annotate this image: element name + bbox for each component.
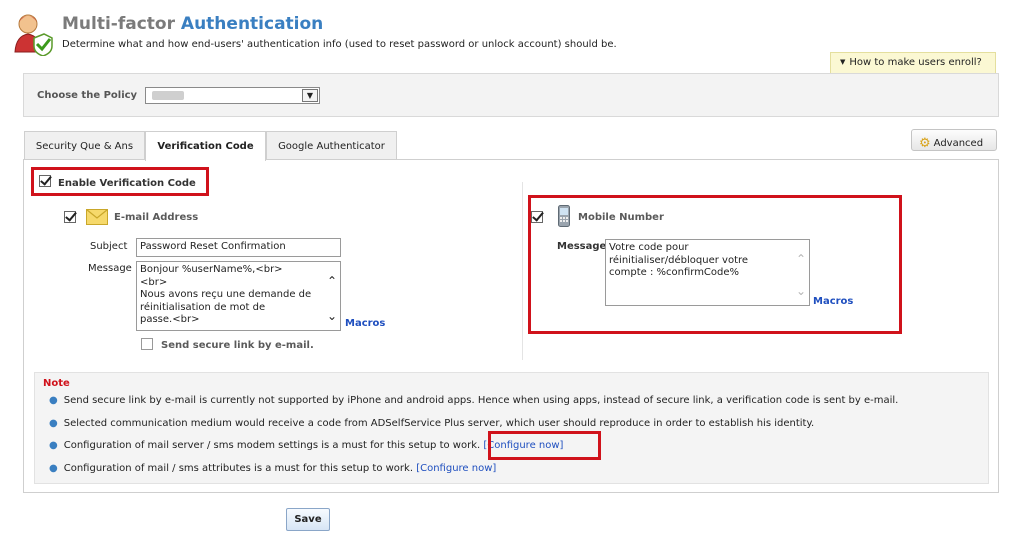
tab-security-questions[interactable]: Security Que & Ans [24, 131, 145, 160]
message-line: passe.<br> [140, 314, 200, 325]
gear-icon: ⚙ [919, 136, 931, 151]
mobile-label: Mobile Number [578, 212, 664, 223]
message-line: <br> [140, 276, 168, 288]
chevron-up-icon[interactable]: ⌃ [795, 253, 807, 265]
page-subtitle: Determine what and how end-users' authen… [62, 39, 617, 50]
mobile-message-label: Message [557, 241, 607, 252]
chevron-up-icon[interactable]: ⌃ [326, 275, 338, 287]
page-title: Multi-factor Authentication [62, 14, 323, 34]
how-to-enroll-label: How to make users enroll? [849, 57, 982, 68]
note-text: Selected communication medium would rece… [63, 418, 815, 429]
message-line: Bonjour %userName%,<br> [140, 264, 283, 275]
page-title-part2: Authentication [180, 14, 324, 34]
email-macros-link[interactable]: Macros [345, 318, 385, 329]
tab-label: Verification Code [157, 141, 254, 152]
enable-verification-checkbox[interactable] [39, 175, 51, 190]
user-shield-icon [14, 12, 54, 57]
page-title-part1: Multi-factor [62, 14, 175, 34]
bullet-icon: ● [49, 440, 58, 451]
enable-verification-label: Enable Verification Code [58, 178, 196, 189]
email-subject-input[interactable]: Password Reset Confirmation [136, 238, 341, 257]
message-line: réinitialisation de mot de [140, 301, 266, 313]
advanced-label: Advanced [933, 138, 984, 149]
note-title: Note [43, 378, 70, 389]
mobile-message-textarea[interactable]: Votre code pour réinitialiser/débloquer … [605, 239, 810, 306]
configure-now-highlight [488, 431, 601, 460]
note-item: ● Configuration of mail / sms attributes … [49, 463, 496, 474]
message-line: Nous avons reçu une demande de [140, 289, 312, 300]
policy-label: Choose the Policy [37, 90, 138, 101]
chevron-down-icon[interactable]: ⌄ [326, 310, 338, 322]
policy-bar: Choose the Policy ▼ [23, 73, 999, 117]
mobile-checkbox[interactable] [531, 211, 543, 226]
advanced-button[interactable]: ⚙ Advanced [911, 129, 997, 151]
secure-link-checkbox[interactable] [141, 338, 153, 353]
checkbox-checked[interactable] [39, 175, 51, 187]
bullet-icon: ● [49, 395, 58, 406]
note-text: Send secure link by e-mail is currently … [63, 395, 899, 406]
tab-google-authenticator[interactable]: Google Authenticator [266, 131, 397, 160]
how-to-enroll-link[interactable]: ▼ How to make users enroll? [830, 52, 996, 74]
note-text: Configuration of mail / sms attributes i… [63, 463, 414, 474]
mobile-phone-icon [558, 205, 570, 230]
bullet-icon: ● [49, 463, 58, 474]
message-line: compte : %confirmCode% [609, 267, 740, 278]
policy-select[interactable]: ▼ [145, 87, 320, 104]
textarea-scrollbar[interactable]: ⌃ ⌄ [795, 242, 807, 303]
section-divider [522, 182, 523, 360]
message-line: Votre code pour [609, 242, 689, 253]
mobile-macros-link[interactable]: Macros [813, 296, 853, 307]
chevron-down-icon[interactable]: ⌄ [795, 285, 807, 297]
email-checkbox[interactable] [64, 211, 76, 226]
triangle-down-icon: ▼ [840, 58, 846, 66]
email-label: E-mail Address [114, 212, 199, 223]
chevron-down-icon[interactable]: ▼ [302, 89, 318, 102]
checkbox-checked[interactable] [531, 211, 543, 223]
checkbox-checked[interactable] [64, 211, 76, 223]
envelope-icon [86, 209, 108, 228]
note-item: ● Configuration of mail server / sms mode… [49, 440, 563, 451]
save-button[interactable]: Save [286, 508, 330, 531]
email-subject-label: Subject [90, 241, 128, 252]
tab-label: Security Que & Ans [35, 141, 134, 152]
email-message-textarea[interactable]: Bonjour %userName%,<br> <br> Nous avons … [136, 261, 341, 331]
checkbox-unchecked[interactable] [141, 338, 153, 350]
note-item: ● Send secure link by e-mail is currently… [49, 395, 898, 406]
textarea-scrollbar[interactable]: ⌃ ⌄ [326, 264, 338, 328]
bullet-icon: ● [49, 418, 58, 429]
message-line: réinitialiser/débloquer votre [609, 254, 749, 266]
note-text: Configuration of mail server / sms modem… [63, 440, 481, 451]
secure-link-label: Send secure link by e-mail. [161, 340, 314, 351]
email-message-label: Message [88, 263, 132, 274]
verification-code-panel: Enable Verification Code E-mail Address … [23, 159, 999, 493]
note-box: Note ● Send secure link by e-mail is curr… [34, 372, 989, 484]
policy-selected-value [152, 91, 184, 100]
tab-verification-code[interactable]: Verification Code [145, 131, 266, 161]
configure-now-link[interactable]: [Configure now] [416, 463, 496, 474]
note-item: ● Selected communication medium would rec… [49, 418, 814, 429]
tab-label: Google Authenticator [278, 141, 385, 152]
